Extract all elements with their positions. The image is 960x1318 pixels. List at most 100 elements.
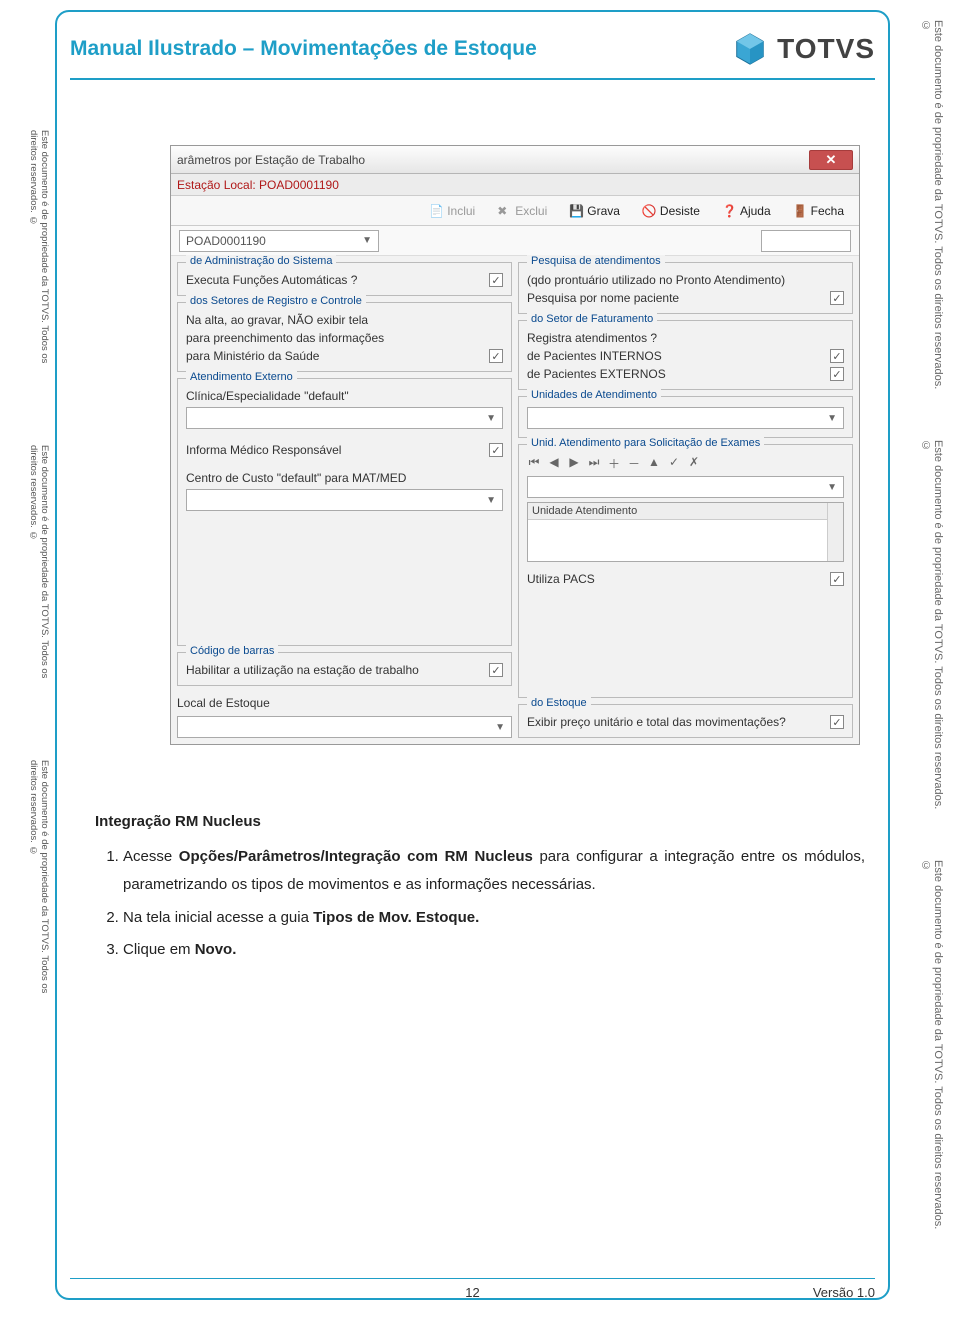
document-header: Manual Ilustrado – Movimentações de Esto… xyxy=(70,30,875,80)
station-row: POAD0001190 ▼ xyxy=(171,226,859,256)
label-alta-gravar-1: Na alta, ao gravar, NÃO exibir tela xyxy=(186,313,503,327)
inclui-label: Inclui xyxy=(447,204,475,218)
centro-custo-combo[interactable]: ▼ xyxy=(186,489,503,511)
document-title: Manual Ilustrado – Movimentações de Esto… xyxy=(70,37,537,61)
desiste-label: Desiste xyxy=(660,204,700,218)
ajuda-icon: ❓ xyxy=(722,204,736,218)
dialog-window: arâmetros por Estação de Trabalho ✕ Esta… xyxy=(170,145,860,745)
checkbox-pacientes-internos[interactable]: ✓ xyxy=(830,349,844,363)
label-clinica-default: Clínica/Especialidade "default" xyxy=(186,389,503,403)
side-text-left: Este documento é de propriedade da TOTVS… xyxy=(28,130,50,390)
group-title: dos Setores de Registro e Controle xyxy=(186,295,366,307)
label-funcoes-auto: Executa Funções Automáticas ? xyxy=(186,273,357,287)
group-title: Pesquisa de atendimentos xyxy=(527,255,665,267)
fecha-icon: 🚪 xyxy=(793,204,807,218)
label-utiliza-pacs: Utiliza PACS xyxy=(527,572,595,586)
label-exibir-preco: Exibir preço unitário e total das movime… xyxy=(527,715,786,729)
label-pacientes-internos: de Pacientes INTERNOS xyxy=(527,349,662,363)
aux-combo[interactable] xyxy=(761,230,851,252)
group-pesquisa-atendimentos: Pesquisa de atendimentos (qdo prontuário… xyxy=(518,262,853,314)
group-do-estoque: do Estoque Exibir preço unitário e total… xyxy=(518,704,853,738)
remove-icon[interactable]: － xyxy=(627,455,641,472)
up-icon[interactable]: ▲ xyxy=(647,455,661,472)
unidades-listbox[interactable]: Unidade Atendimento xyxy=(527,502,844,562)
cancel-icon[interactable]: ✗ xyxy=(687,455,701,472)
group-title: do Setor de Faturamento xyxy=(527,313,657,325)
station-combo[interactable]: POAD0001190 ▼ xyxy=(179,230,379,252)
side-text-left: Este documento é de propriedade da TOTVS… xyxy=(28,760,50,1020)
instruction-item-3: Clique em Novo. xyxy=(123,936,865,965)
window-title: arâmetros por Estação de Trabalho xyxy=(177,153,365,167)
right-column: Pesquisa de atendimentos (qdo prontuário… xyxy=(518,262,853,738)
local-estoque-combo[interactable]: ▼ xyxy=(177,716,512,738)
group-title: Unid. Atendimento para Solicitação de Ex… xyxy=(527,437,764,449)
confirm-icon[interactable]: ✓ xyxy=(667,455,681,472)
unidades-combo[interactable]: ▼ xyxy=(527,407,844,429)
instruction-item-1: Acesse Opções/Parâmetros/Integração com … xyxy=(123,843,865,900)
page-number: 12 xyxy=(465,1285,479,1300)
inclui-icon: 📄 xyxy=(429,204,443,218)
exclui-button[interactable]: ✖ Exclui xyxy=(488,200,556,222)
group-title: Atendimento Externo xyxy=(186,371,297,383)
group-title: de Administração do Sistema xyxy=(186,255,336,267)
station-value: POAD0001190 xyxy=(186,234,266,248)
next-icon[interactable]: ▶ xyxy=(567,455,581,472)
exclui-icon: ✖ xyxy=(497,204,511,218)
instruction-text: Integração RM Nucleus Acesse Opções/Parâ… xyxy=(95,808,865,969)
desiste-button[interactable]: 🚫 Desiste xyxy=(633,200,709,222)
scrollbar[interactable] xyxy=(827,503,843,561)
label-local-estoque: Local de Estoque xyxy=(177,696,512,710)
label-centro-custo: Centro de Custo "default" para MAT/MED xyxy=(186,471,503,485)
unid-exame-combo[interactable]: ▼ xyxy=(527,476,844,498)
checkbox-exibir-preco[interactable]: ✓ xyxy=(830,715,844,729)
chevron-down-icon: ▼ xyxy=(362,235,372,246)
add-icon[interactable]: ＋ xyxy=(607,455,621,472)
text-span: Acesse xyxy=(123,848,179,865)
label-medico-responsavel: Informa Médico Responsável xyxy=(186,443,341,457)
totvs-cube-icon xyxy=(731,30,769,68)
last-icon[interactable]: ⏭ xyxy=(587,455,601,472)
section-heading: Integração RM Nucleus xyxy=(95,808,865,837)
checkbox-utiliza-pacs[interactable]: ✓ xyxy=(830,572,844,586)
checkbox-medico-responsavel[interactable]: ✓ xyxy=(489,443,503,457)
window-body: de Administração do Sistema Executa Funç… xyxy=(171,256,859,744)
first-icon[interactable]: ⏮ xyxy=(527,455,541,472)
chevron-down-icon: ▼ xyxy=(827,413,837,424)
prev-icon[interactable]: ◀ xyxy=(547,455,561,472)
checkbox-pacientes-externos[interactable]: ✓ xyxy=(830,367,844,381)
window-subtitle: Estação Local: POAD0001190 xyxy=(171,174,859,196)
text-span: Na tela inicial acesse a guia xyxy=(123,909,313,926)
checkbox-funcoes-auto[interactable]: ✓ xyxy=(489,273,503,287)
page-footer: 12 Versão 1.0 xyxy=(70,1278,875,1300)
ajuda-label: Ajuda xyxy=(740,204,771,218)
chevron-down-icon: ▼ xyxy=(495,722,505,733)
instruction-item-2: Na tela inicial acesse a guia Tipos de M… xyxy=(123,904,865,933)
clinica-combo[interactable]: ▼ xyxy=(186,407,503,429)
text-bold: Novo. xyxy=(195,941,237,958)
group-codigo-barras: Código de barras Habilitar a utilização … xyxy=(177,652,512,686)
list-header: Unidade Atendimento xyxy=(528,503,843,520)
fecha-button[interactable]: 🚪 Fecha xyxy=(784,200,853,222)
checkbox-habilitar-estacao[interactable]: ✓ xyxy=(489,663,503,677)
checkbox-pesquisa-nome[interactable]: ✓ xyxy=(830,291,844,305)
label-registra-atendimentos: Registra atendimentos ? xyxy=(527,331,844,345)
inclui-button[interactable]: 📄 Inclui xyxy=(420,200,484,222)
side-text-right: Este documento é de propriedade da TOTVS… xyxy=(920,20,944,400)
left-column: de Administração do Sistema Executa Funç… xyxy=(177,262,512,738)
label-qdo-prontuario: (qdo prontuário utilizado no Pronto Aten… xyxy=(527,273,844,287)
label-habilitar-estacao: Habilitar a utilização na estação de tra… xyxy=(186,663,419,677)
brand-logo: TOTVS xyxy=(731,30,875,68)
side-text-right: Este documento é de propriedade da TOTVS… xyxy=(920,440,944,820)
checkbox-ministerio-saude[interactable]: ✓ xyxy=(489,349,503,363)
window-toolbar: 📄 Inclui ✖ Exclui 💾 Grava 🚫 Desiste ❓ Aj… xyxy=(171,196,859,226)
label-pacientes-externos: de Pacientes EXTERNOS xyxy=(527,367,666,381)
label-pesquisa-nome: Pesquisa por nome paciente xyxy=(527,291,679,305)
exclui-label: Exclui xyxy=(515,204,547,218)
chevron-down-icon: ▼ xyxy=(486,413,496,424)
side-text-left: Este documento é de propriedade da TOTVS… xyxy=(28,445,50,705)
chevron-down-icon: ▼ xyxy=(827,482,837,493)
ajuda-button[interactable]: ❓ Ajuda xyxy=(713,200,780,222)
grava-button[interactable]: 💾 Grava xyxy=(560,200,629,222)
close-button[interactable]: ✕ xyxy=(809,150,853,170)
text-bold: Tipos de Mov. Estoque. xyxy=(313,909,479,926)
